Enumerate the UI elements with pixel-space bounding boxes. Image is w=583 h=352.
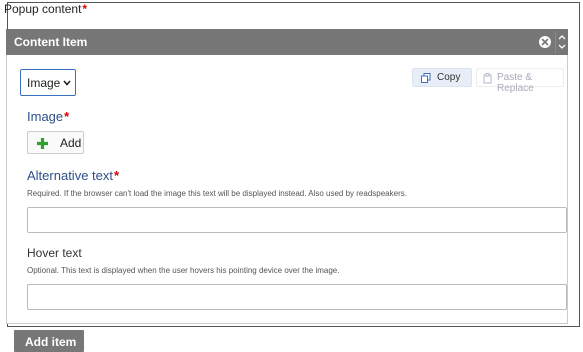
copy-button[interactable]: Copy bbox=[412, 68, 472, 87]
content-item-header[interactable]: Content Item bbox=[6, 29, 568, 55]
content-type-select[interactable]: Image bbox=[20, 69, 76, 96]
add-image-button[interactable]: Add bbox=[27, 131, 84, 154]
popup-content-label: Popup content* bbox=[4, 2, 87, 16]
alt-text-label-text: Alternative text bbox=[27, 168, 113, 183]
alt-text-input[interactable] bbox=[27, 207, 567, 233]
paste-replace-button[interactable]: Paste & Replace bbox=[476, 68, 564, 94]
content-type-value: Image bbox=[27, 76, 61, 90]
alt-text-help: Required. If the browser can't load the … bbox=[27, 189, 407, 198]
image-field-label: Image* bbox=[27, 109, 69, 124]
required-mark: * bbox=[82, 2, 88, 16]
popup-label-text: Popup content bbox=[4, 2, 82, 16]
content-item-title: Content Item bbox=[14, 35, 88, 49]
add-item-label: Add item bbox=[25, 335, 77, 349]
paste-replace-label: Paste & Replace bbox=[497, 72, 534, 94]
copy-icon bbox=[421, 73, 431, 83]
add-item-button[interactable]: Add item bbox=[14, 330, 84, 352]
hover-text-help: Optional. This text is displayed when th… bbox=[27, 266, 340, 275]
paste-icon bbox=[483, 73, 492, 84]
close-icon[interactable] bbox=[539, 36, 551, 48]
hover-text-label: Hover text bbox=[27, 246, 82, 260]
plus-icon bbox=[37, 138, 48, 149]
required-mark: * bbox=[64, 109, 70, 124]
required-mark: * bbox=[114, 168, 120, 183]
hover-text-input[interactable] bbox=[27, 284, 567, 310]
image-label-text: Image bbox=[27, 109, 64, 124]
alt-text-label: Alternative text* bbox=[27, 168, 119, 183]
copy-label: Copy bbox=[437, 72, 461, 83]
reorder-updown-icon[interactable] bbox=[555, 31, 567, 53]
add-image-label: Add bbox=[60, 136, 82, 150]
chevron-down-icon bbox=[63, 80, 71, 86]
